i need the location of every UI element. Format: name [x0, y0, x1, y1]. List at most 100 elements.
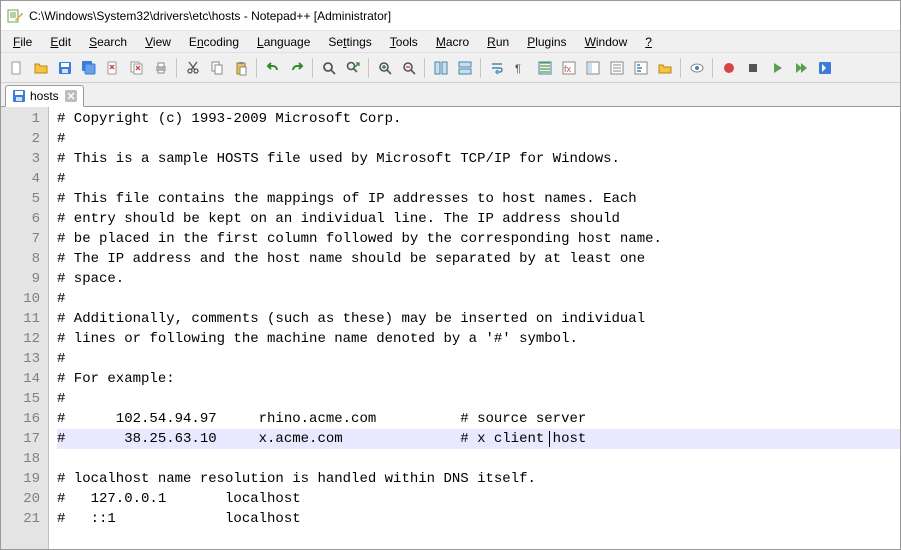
wrap-icon[interactable] — [485, 56, 508, 79]
menu-run[interactable]: Run — [479, 33, 517, 51]
svg-text:fx: fx — [564, 64, 572, 74]
save-icon — [12, 89, 26, 103]
line-number: 17 — [1, 429, 40, 449]
code-line[interactable]: # lines or following the machine name de… — [57, 329, 900, 349]
code-line[interactable]: # — [57, 129, 900, 149]
code-line[interactable]: # 102.54.94.97 rhino.acme.com # source s… — [57, 409, 900, 429]
menu-settings[interactable]: Settings — [320, 33, 379, 51]
doc-map-icon[interactable] — [581, 56, 604, 79]
copy-icon[interactable] — [205, 56, 228, 79]
new-file-icon[interactable] — [5, 56, 28, 79]
func-list-icon[interactable] — [629, 56, 652, 79]
code-line[interactable]: # Copyright (c) 1993-2009 Microsoft Corp… — [57, 109, 900, 129]
indent-guide-icon[interactable] — [533, 56, 556, 79]
code-line[interactable]: # — [57, 349, 900, 369]
open-file-icon[interactable] — [29, 56, 52, 79]
code-line[interactable]: # localhost name resolution is handled w… — [57, 469, 900, 489]
line-number: 4 — [1, 169, 40, 189]
line-number: 18 — [1, 449, 40, 469]
code-line[interactable]: # For example: — [57, 369, 900, 389]
titlebar: C:\Windows\System32\drivers\etc\hosts - … — [1, 1, 900, 31]
menu-macro[interactable]: Macro — [428, 33, 477, 51]
folder-workspace-icon[interactable] — [653, 56, 676, 79]
tabbar: hosts — [1, 83, 900, 107]
line-number: 7 — [1, 229, 40, 249]
code-line[interactable]: # be placed in the first column followed… — [57, 229, 900, 249]
stop-macro-icon[interactable] — [741, 56, 764, 79]
zoom-in-icon[interactable] — [373, 56, 396, 79]
line-number: 9 — [1, 269, 40, 289]
tab-hosts[interactable]: hosts — [5, 85, 84, 107]
play-multi-icon[interactable] — [789, 56, 812, 79]
sync-v-icon[interactable] — [429, 56, 452, 79]
toolbar-separator — [480, 58, 481, 78]
code-line[interactable]: # — [57, 389, 900, 409]
code-line[interactable] — [57, 449, 900, 469]
code-line[interactable]: # entry should be kept on an individual … — [57, 209, 900, 229]
line-number: 12 — [1, 329, 40, 349]
close-icon[interactable] — [65, 90, 77, 102]
cut-icon[interactable] — [181, 56, 204, 79]
line-number: 10 — [1, 289, 40, 309]
menu-plugins[interactable]: Plugins — [519, 33, 574, 51]
code-line[interactable]: # — [57, 289, 900, 309]
code-line[interactable]: # 38.25.63.10 x.acme.com # x client host — [57, 429, 900, 449]
find-icon[interactable] — [317, 56, 340, 79]
code-line[interactable]: # This is a sample HOSTS file used by Mi… — [57, 149, 900, 169]
redo-icon[interactable] — [285, 56, 308, 79]
text-caret — [549, 431, 550, 447]
line-number: 14 — [1, 369, 40, 389]
code-line[interactable]: # ::1 localhost — [57, 509, 900, 529]
menu-tools[interactable]: Tools — [382, 33, 426, 51]
sync-h-icon[interactable] — [453, 56, 476, 79]
record-macro-icon[interactable] — [717, 56, 740, 79]
code-area[interactable]: # Copyright (c) 1993-2009 Microsoft Corp… — [49, 107, 900, 549]
replace-icon[interactable] — [341, 56, 364, 79]
toolbar-separator — [712, 58, 713, 78]
line-number: 16 — [1, 409, 40, 429]
menu-file[interactable]: File — [5, 33, 40, 51]
toolbar: ¶ fx — [1, 53, 900, 83]
lang-icon[interactable]: fx — [557, 56, 580, 79]
line-number: 8 — [1, 249, 40, 269]
code-line[interactable]: # The IP address and the host name shoul… — [57, 249, 900, 269]
menubar: FileEditSearchViewEncodingLanguageSettin… — [1, 31, 900, 53]
line-number: 2 — [1, 129, 40, 149]
line-number: 5 — [1, 189, 40, 209]
line-number: 11 — [1, 309, 40, 329]
menu-view[interactable]: View — [137, 33, 179, 51]
line-number: 20 — [1, 489, 40, 509]
close-file-icon[interactable] — [101, 56, 124, 79]
menu-help[interactable]: ? — [637, 33, 660, 51]
play-macro-icon[interactable] — [765, 56, 788, 79]
save-icon[interactable] — [53, 56, 76, 79]
menu-search[interactable]: Search — [81, 33, 135, 51]
menu-window[interactable]: Window — [577, 33, 636, 51]
save-macro-icon[interactable] — [813, 56, 836, 79]
menu-edit[interactable]: Edit — [42, 33, 79, 51]
code-line[interactable]: # space. — [57, 269, 900, 289]
menu-language[interactable]: Language — [249, 33, 318, 51]
toolbar-separator — [312, 58, 313, 78]
close-all-icon[interactable] — [125, 56, 148, 79]
monitor-icon[interactable] — [685, 56, 708, 79]
code-line[interactable]: # — [57, 169, 900, 189]
editor[interactable]: 123456789101112131415161718192021 # Copy… — [1, 107, 900, 549]
line-number: 1 — [1, 109, 40, 129]
paste-icon[interactable] — [229, 56, 252, 79]
doc-list-icon[interactable] — [605, 56, 628, 79]
toolbar-separator — [256, 58, 257, 78]
code-line[interactable]: # 127.0.0.1 localhost — [57, 489, 900, 509]
zoom-out-icon[interactable] — [397, 56, 420, 79]
toolbar-separator — [176, 58, 177, 78]
line-number: 3 — [1, 149, 40, 169]
undo-icon[interactable] — [261, 56, 284, 79]
show-all-chars-icon[interactable]: ¶ — [509, 56, 532, 79]
notepadpp-app-icon — [7, 8, 23, 24]
print-icon[interactable] — [149, 56, 172, 79]
save-all-icon[interactable] — [77, 56, 100, 79]
code-line[interactable]: # This file contains the mappings of IP … — [57, 189, 900, 209]
line-number: 15 — [1, 389, 40, 409]
menu-encoding[interactable]: Encoding — [181, 33, 247, 51]
code-line[interactable]: # Additionally, comments (such as these)… — [57, 309, 900, 329]
